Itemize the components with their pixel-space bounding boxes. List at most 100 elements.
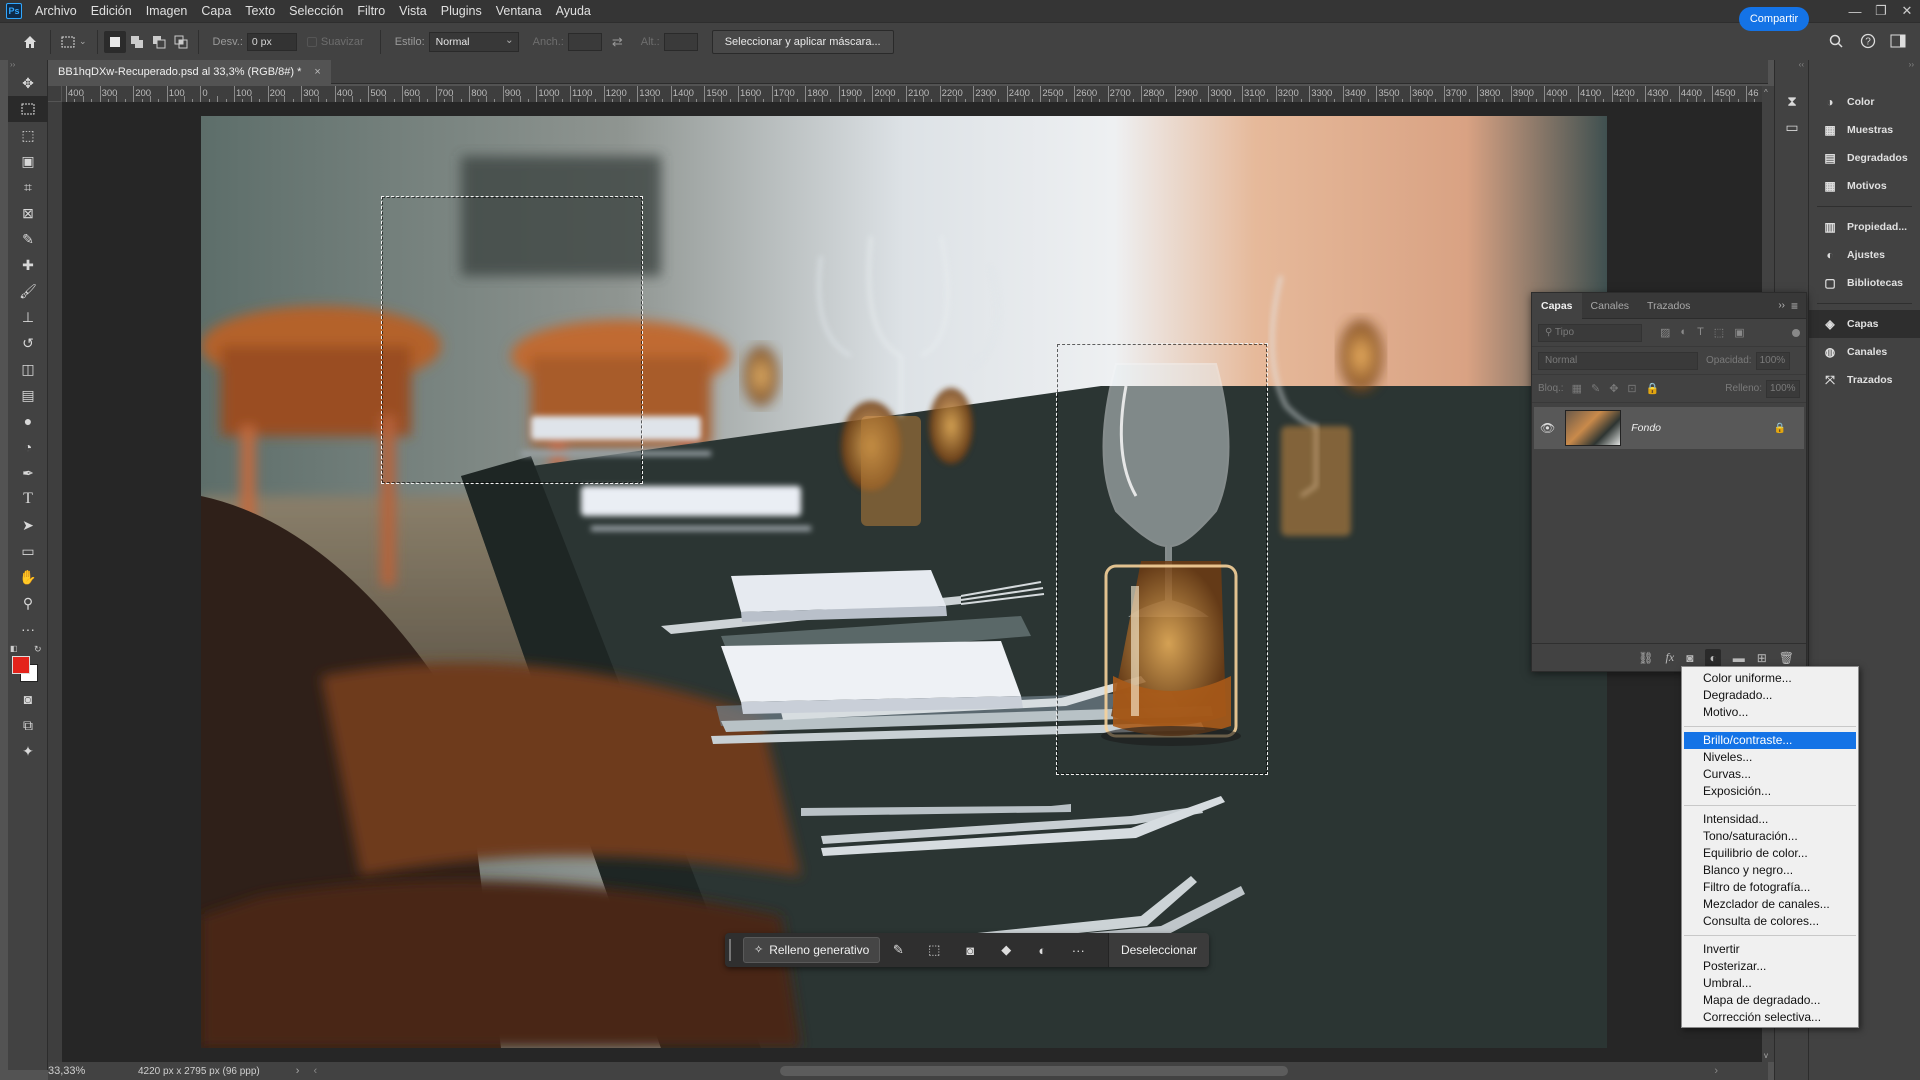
swap-colors-icon[interactable]: ↻ xyxy=(34,644,42,655)
menu-item[interactable]: Posterizar... xyxy=(1684,958,1856,975)
document-info[interactable]: 4220 px x 2795 px (96 ppp) xyxy=(138,1066,260,1077)
more-options-icon[interactable]: ··· xyxy=(1060,937,1096,963)
create-mask-icon[interactable]: ◙ xyxy=(952,937,988,963)
style-select[interactable]: Normal xyxy=(428,31,519,52)
shape-filter-icon[interactable]: ⬚ xyxy=(1714,326,1724,339)
menu-item[interactable]: Brillo/contraste... xyxy=(1684,732,1856,749)
pixel-filter-icon[interactable]: ▨ xyxy=(1660,326,1670,339)
add-selection-icon[interactable] xyxy=(126,31,148,53)
feather-input[interactable]: 0 px xyxy=(246,32,297,51)
menu-7[interactable]: Vista xyxy=(392,0,434,22)
hand-tool-icon[interactable]: ✋ xyxy=(8,564,48,590)
new-group-icon[interactable]: ▬ xyxy=(1733,651,1745,665)
lock-transparency-icon[interactable]: ▦ xyxy=(1572,382,1582,395)
menu-item[interactable]: Invertir xyxy=(1684,941,1856,958)
drag-handle[interactable] xyxy=(729,939,735,961)
lock-all-icon[interactable]: 🔒 xyxy=(1646,382,1660,395)
panel-collapse-icon[interactable]: ›› xyxy=(8,60,47,70)
eraser-tool-icon[interactable]: ◫ xyxy=(8,356,48,382)
scroll-left-icon[interactable]: ‹ xyxy=(313,1065,317,1077)
menu-item[interactable]: Color uniforme... xyxy=(1684,670,1856,687)
document-tab[interactable]: BB1hqDXw-Recuperado.psd al 33,3% (RGB/8#… xyxy=(48,60,331,84)
menu-item[interactable]: Curvas... xyxy=(1684,766,1856,783)
generative-icon[interactable]: ✦ xyxy=(8,738,48,764)
default-colors-icon[interactable]: ◧ xyxy=(10,644,18,653)
menu-item[interactable]: Mezclador de canales... xyxy=(1684,896,1856,913)
home-icon[interactable] xyxy=(16,31,44,53)
more-tools-icon[interactable]: ··· xyxy=(8,616,48,642)
new-layer-icon[interactable]: ⊞ xyxy=(1757,651,1767,665)
panel-button-patterns[interactable]: ▦ Motivos xyxy=(1809,172,1920,200)
clone-stamp-tool-icon[interactable]: ⊥ xyxy=(8,304,48,330)
tab-layers[interactable]: Capas xyxy=(1532,292,1582,319)
history-brush-tool-icon[interactable]: ↺ xyxy=(8,330,48,356)
modify-selection-icon[interactable]: ✎ xyxy=(880,937,916,963)
subtract-selection-icon[interactable] xyxy=(148,31,170,53)
invert-selection-icon[interactable]: ⬚ xyxy=(916,937,952,963)
selection-marquee-1[interactable] xyxy=(381,196,643,484)
move-tool-icon[interactable]: ✥ xyxy=(8,70,48,96)
layer-row[interactable]: 👁 Fondo 🔒 xyxy=(1534,407,1804,449)
panel-button-libraries[interactable]: ▢ Bibliotecas xyxy=(1809,269,1920,297)
scroll-up-icon[interactable]: ^ xyxy=(1764,88,1768,97)
menu-10[interactable]: Ayuda xyxy=(549,0,598,22)
selection-marquee-2[interactable] xyxy=(1056,343,1268,775)
blend-mode-select[interactable]: Normal xyxy=(1538,351,1698,370)
new-adjustment-layer-icon[interactable]: ◐ xyxy=(1705,648,1721,667)
tab-close-icon[interactable]: × xyxy=(314,66,320,78)
frame-tool-icon[interactable]: ⊠ xyxy=(8,200,48,226)
dodge-tool-icon[interactable]: ◔ xyxy=(8,434,48,460)
menu-5[interactable]: Selección xyxy=(282,0,350,22)
panel-menu-icon[interactable]: ≡ xyxy=(1791,299,1806,313)
quick-mask-icon[interactable]: ◙ xyxy=(8,686,48,712)
tab-paths[interactable]: Trazados xyxy=(1638,293,1699,319)
menu-item[interactable]: Tono/saturación... xyxy=(1684,828,1856,845)
type-filter-icon[interactable]: T xyxy=(1697,326,1704,339)
lock-artboard-icon[interactable]: ⊡ xyxy=(1627,382,1636,395)
scroll-right-icon[interactable]: › xyxy=(1714,1065,1718,1077)
lock-position-icon[interactable]: ✥ xyxy=(1609,382,1618,395)
minimize-icon[interactable]: — xyxy=(1842,0,1868,22)
menu-item[interactable]: Exposición... xyxy=(1684,783,1856,800)
menu-3[interactable]: Capa xyxy=(194,0,238,22)
smooth-checkbox[interactable] xyxy=(306,36,317,47)
width-input[interactable] xyxy=(567,32,602,51)
menu-item[interactable]: Degradado... xyxy=(1684,687,1856,704)
panel-button-properties[interactable]: ▥ Propiedad... xyxy=(1809,213,1920,241)
panel-button-swatches[interactable]: ▦ Muestras xyxy=(1809,116,1920,144)
visibility-eye-icon[interactable]: 👁 xyxy=(1540,421,1555,435)
fill-selection-icon[interactable]: ◆ xyxy=(988,937,1024,963)
menu-6[interactable]: Filtro xyxy=(350,0,392,22)
menu-item[interactable]: Niveles... xyxy=(1684,749,1856,766)
rectangular-marquee-tool-icon[interactable] xyxy=(8,96,48,122)
collapse-icon[interactable]: ‹‹ xyxy=(1775,60,1808,70)
close-icon[interactable]: ✕ xyxy=(1894,0,1920,22)
panel-button-layers[interactable]: ◈ Capas xyxy=(1809,310,1920,338)
brush-tool-icon[interactable]: 🖌 xyxy=(8,278,48,304)
menu-item[interactable]: Consulta de colores... xyxy=(1684,913,1856,930)
comments-panel-icon[interactable]: ▭ xyxy=(1775,114,1809,140)
zoom-level[interactable]: 33,33% xyxy=(48,1065,108,1077)
panel-button-gradients[interactable]: ▤ Degradados xyxy=(1809,144,1920,172)
restore-icon[interactable]: ❐ xyxy=(1868,0,1894,22)
menu-2[interactable]: Imagen xyxy=(139,0,195,22)
deselect-button[interactable]: Deseleccionar xyxy=(1107,933,1209,967)
add-mask-icon[interactable]: ◙ xyxy=(1686,651,1693,665)
canvas-area[interactable] xyxy=(62,102,1762,1062)
smart-object-filter-icon[interactable]: ▣ xyxy=(1734,326,1744,339)
menu-item[interactable]: Mapa de degradado... xyxy=(1684,992,1856,1009)
height-input[interactable] xyxy=(663,32,698,51)
document-image[interactable] xyxy=(201,116,1607,1048)
menu-item[interactable]: Blanco y negro... xyxy=(1684,862,1856,879)
generative-fill-button[interactable]: ✧ Relleno generativo xyxy=(743,937,881,963)
chevron-down-icon[interactable]: ⌄ xyxy=(79,36,87,47)
opacity-input[interactable]: 100% xyxy=(1755,351,1790,370)
delete-layer-icon[interactable]: 🗑 xyxy=(1779,651,1794,665)
history-panel-icon[interactable]: ⧗ xyxy=(1775,88,1809,114)
menu-8[interactable]: Plugins xyxy=(434,0,489,22)
search-icon[interactable] xyxy=(1826,31,1846,51)
adjustment-layer-icon[interactable]: ◐ xyxy=(1024,937,1060,963)
layer-style-icon[interactable]: fx xyxy=(1666,650,1675,665)
type-tool-icon[interactable]: T xyxy=(8,486,48,512)
menu-item[interactable]: Motivo... xyxy=(1684,704,1856,721)
